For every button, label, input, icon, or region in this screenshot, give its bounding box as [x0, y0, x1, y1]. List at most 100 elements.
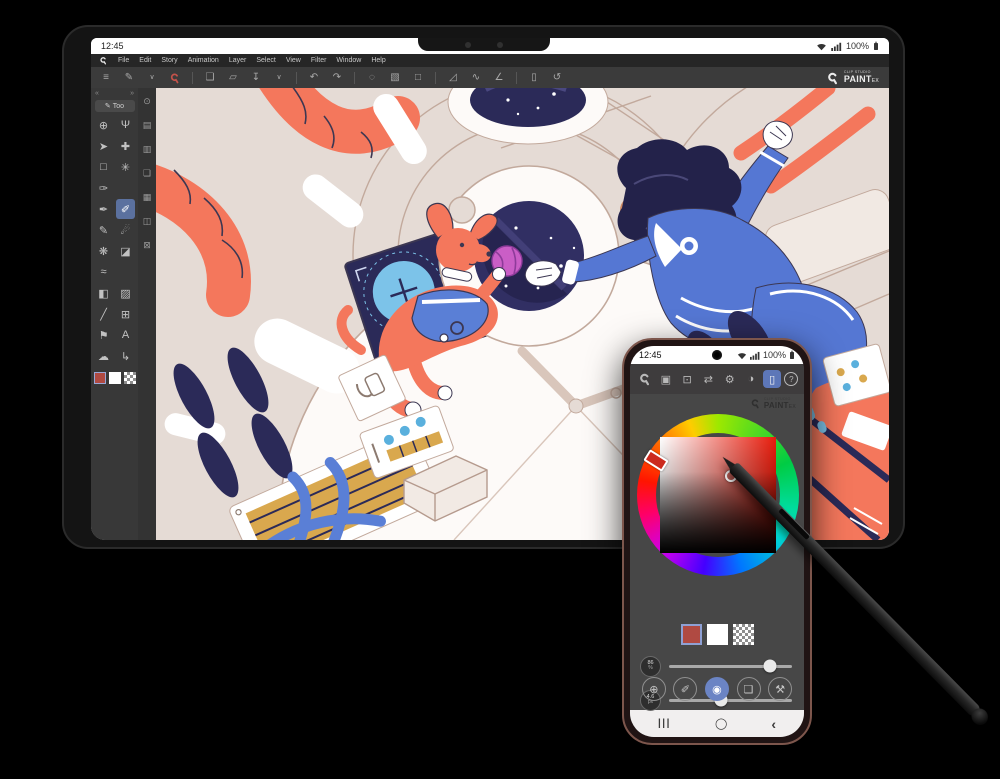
snap-angle-icon[interactable]: ∠	[492, 71, 506, 85]
text-tool-icon[interactable]: A	[116, 325, 135, 345]
clip-studio-logo-icon[interactable]	[99, 56, 108, 65]
chevron-down-icon[interactable]: ∨	[145, 71, 159, 85]
color-set-panel-icon[interactable]: ▦	[143, 192, 152, 203]
hand-tool-icon[interactable]: Ψ	[116, 115, 135, 135]
menu-animation[interactable]: Animation	[188, 57, 219, 64]
gradient-tool-icon[interactable]: ▨	[116, 283, 135, 303]
menu-help[interactable]: Help	[371, 57, 385, 64]
workspace-icon[interactable]: ✎	[122, 71, 136, 85]
brush-tool-icon-selected[interactable]: ✐	[116, 199, 135, 219]
collapse-right-icon[interactable]: »	[130, 90, 134, 97]
menu-story[interactable]: Story	[161, 57, 177, 64]
main-menu-icon[interactable]: ≡	[99, 71, 113, 85]
brush-size-panel-icon[interactable]: ❏	[143, 168, 151, 179]
menu-view[interactable]: View	[286, 57, 301, 64]
select-area-icon[interactable]: ◌	[365, 71, 379, 85]
transparent-color-swatch[interactable]	[124, 372, 136, 384]
paint-ex-brand: CLIP STUDIO PAINTEX	[750, 398, 796, 410]
marquee-tool-icon[interactable]: □	[94, 157, 113, 177]
paste-image-icon[interactable]: ⊡	[678, 370, 696, 388]
redo-icon[interactable]: ↷	[330, 71, 344, 85]
pencil-tool-icon[interactable]: ✎	[94, 220, 113, 240]
decoration-tool-icon[interactable]: ❋	[94, 241, 113, 261]
sub-color-swatch[interactable]	[707, 624, 728, 645]
zoom-tool-icon[interactable]: ⊕	[94, 115, 113, 135]
phone-status-bar: 12:45 100%	[630, 346, 804, 364]
recents-button[interactable]: |||	[658, 718, 671, 729]
menu-edit[interactable]: Edit	[139, 57, 151, 64]
move-tool-icon[interactable]: ✚	[116, 136, 135, 156]
swatch-row	[630, 624, 804, 645]
navigator-panel-icon[interactable]: ⊙	[143, 96, 151, 107]
quick-access-panel-icon[interactable]: ▤	[143, 120, 152, 131]
sub-color-swatch[interactable]	[109, 372, 121, 384]
settings-gear-icon[interactable]: ⚙	[721, 370, 739, 388]
tool-tab[interactable]: ✎ Too	[95, 100, 135, 112]
phone-device: 12:45 100% ▣ ⊡ ⇄ ⚙ ◑ ▯ ? CLIP STUDIO	[622, 338, 812, 745]
clip-studio-app-icon[interactable]	[168, 71, 182, 85]
sync-swap-icon[interactable]: ⇄	[699, 370, 717, 388]
figure-tool-icon[interactable]: ╱	[94, 304, 113, 324]
companion-mode-icon[interactable]: ▯	[527, 71, 541, 85]
palette-icon[interactable]: ◑	[742, 370, 760, 388]
balloon-tool-icon[interactable]: ☁	[94, 346, 113, 366]
menu-file[interactable]: File	[118, 57, 129, 64]
main-color-swatch[interactable]	[681, 624, 702, 645]
tablet-command-bar: ≡ ✎ ∨ ❑ ▱ ↧ ∨ ↶ ↷ ◌ ▧ □ ◿ ∿ ∠ ▯ ↺	[91, 67, 889, 88]
pen-tool-icon[interactable]: ✒	[94, 199, 113, 219]
snap-ruler-icon[interactable]: ◿	[446, 71, 460, 85]
sub-tool-panel-icon[interactable]: ▥	[143, 144, 152, 155]
main-color-swatch[interactable]	[94, 372, 106, 384]
new-canvas-icon[interactable]: ❑	[203, 71, 217, 85]
opacity-slider[interactable]	[669, 665, 792, 668]
object-tool-icon[interactable]: ➤	[94, 136, 113, 156]
hue-color-wheel[interactable]	[637, 414, 799, 576]
pen-icon[interactable]: ✐	[673, 677, 697, 701]
menu-window[interactable]: Window	[336, 57, 361, 64]
brand-ex-text: EX	[872, 78, 879, 84]
select-layer-icon[interactable]: □	[411, 71, 425, 85]
eraser-tool-icon[interactable]: ◪	[116, 241, 135, 261]
airbrush-tool-icon[interactable]: ☄	[116, 220, 135, 240]
save-icon[interactable]: ↧	[249, 71, 263, 85]
blend-tool-icon[interactable]: ≈	[94, 262, 113, 282]
battery-icon	[873, 41, 879, 51]
wrench-icon[interactable]: ⚒	[768, 677, 792, 701]
reset-display-icon[interactable]: ↺	[550, 71, 564, 85]
signal-icon	[831, 42, 842, 51]
zoom-icon[interactable]: ⊕	[642, 677, 666, 701]
undo-icon[interactable]: ↶	[307, 71, 321, 85]
clip-studio-icon[interactable]	[636, 370, 654, 388]
deselect-icon[interactable]: ▧	[388, 71, 402, 85]
menu-filter[interactable]: Filter	[311, 57, 327, 64]
collapse-left-icon[interactable]: «	[95, 90, 99, 97]
flow-tool-icon[interactable]: ↳	[116, 346, 135, 366]
menu-layer[interactable]: Layer	[229, 57, 247, 64]
help-icon[interactable]: ?	[784, 372, 798, 386]
material-panel-icon[interactable]: ⊠	[143, 240, 151, 251]
fill-tool-icon[interactable]: ◧	[94, 283, 113, 303]
phone-top-toolbar: ▣ ⊡ ⇄ ⚙ ◑ ▯ ?	[630, 364, 804, 394]
back-button[interactable]: ‹	[771, 716, 776, 732]
divider	[516, 72, 517, 84]
frame-border-tool-icon[interactable]: ⊞	[116, 304, 135, 324]
home-button[interactable]: ◯	[715, 717, 727, 730]
opacity-slider-thumb[interactable]	[763, 660, 776, 673]
opacity-unit: %	[648, 666, 652, 671]
companion-device-icon[interactable]: ▯	[763, 370, 781, 388]
snap-curve-icon[interactable]: ∿	[469, 71, 483, 85]
punch-hole-camera	[712, 350, 722, 360]
eyedropper-tool-icon[interactable]: ✑	[94, 178, 113, 198]
menu-select[interactable]: Select	[256, 57, 275, 64]
color-wheel-icon[interactable]: ◉	[705, 677, 729, 701]
brand-name-text: PAINT	[764, 401, 789, 410]
layer-panel-icon[interactable]: ◫	[143, 216, 152, 227]
auto-select-tool-icon[interactable]: ✳	[116, 157, 135, 177]
transparent-color-swatch[interactable]	[733, 624, 754, 645]
camera-icon[interactable]: ▣	[657, 370, 675, 388]
android-nav-bar: ||| ◯ ‹	[630, 710, 804, 737]
save-chevron-icon[interactable]: ∨	[272, 71, 286, 85]
flag-tool-icon[interactable]: ⚑	[94, 325, 113, 345]
open-file-icon[interactable]: ▱	[226, 71, 240, 85]
save-layers-icon[interactable]: ❏	[737, 677, 761, 701]
